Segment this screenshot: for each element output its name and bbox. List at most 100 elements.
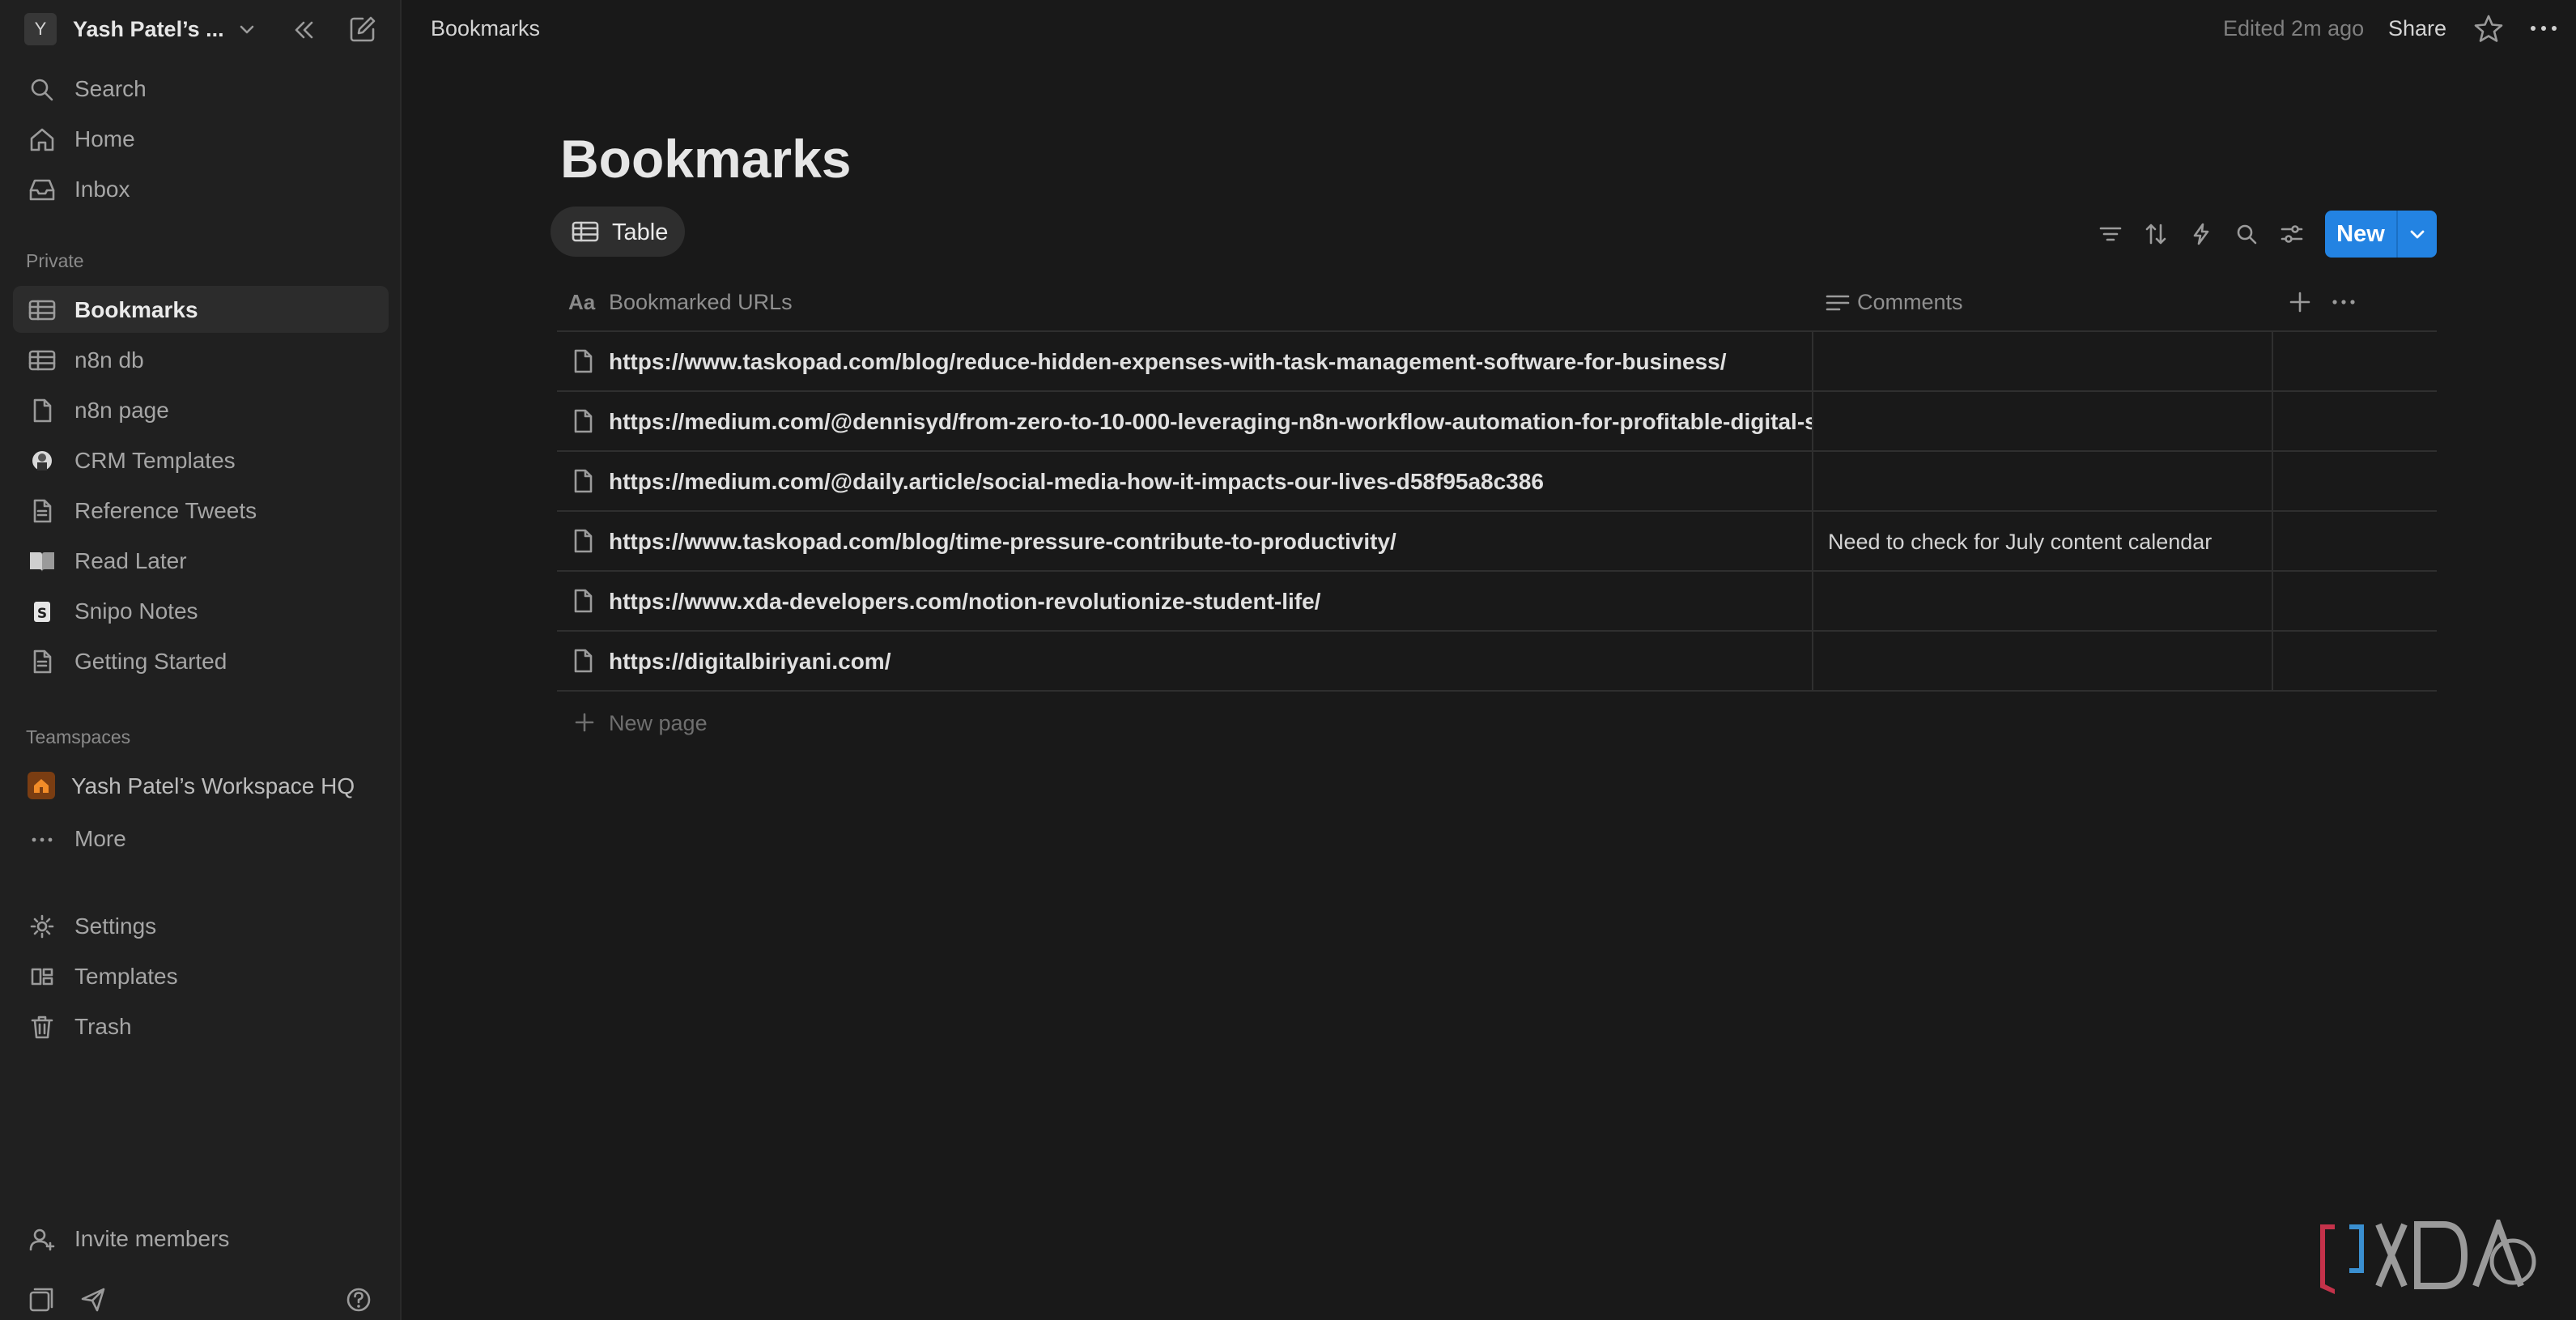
search-icon[interactable]	[2234, 222, 2259, 246]
book-icon	[30, 552, 54, 572]
sidebar-item-label: Inbox	[74, 177, 130, 202]
sidebar-item-label: Reference Tweets	[74, 498, 257, 523]
sidebar-item-label: More	[74, 826, 126, 851]
url-cell[interactable]: https://www.taskopad.com/blog/reduce-hid…	[557, 332, 1813, 390]
comment-cell[interactable]	[1815, 392, 2273, 450]
url-text: https://medium.com/@daily.article/social…	[609, 469, 1544, 494]
column-header-bookmarked-urls[interactable]: Aa Bookmarked URLs	[568, 290, 793, 315]
sidebar-item-more[interactable]: More	[13, 815, 389, 862]
url-text: https://digitalbiriyani.com/	[609, 649, 891, 674]
breadcrumb[interactable]: Bookmarks	[431, 16, 540, 41]
sidebar-item-search[interactable]: Search	[13, 65, 389, 112]
table-row[interactable]: https://www.xda-developers.com/notion-re…	[557, 572, 2437, 632]
new-workspace-icon[interactable]	[28, 1286, 55, 1314]
filter-icon[interactable]	[2098, 222, 2123, 246]
new-button-label: New	[2336, 221, 2385, 247]
column-header-comments[interactable]: Comments	[1825, 290, 1963, 315]
url-text: https://www.xda-developers.com/notion-re…	[609, 589, 1321, 614]
table-icon	[572, 221, 599, 242]
new-page-compose-icon[interactable]	[346, 13, 379, 45]
page-title[interactable]: Bookmarks	[560, 128, 852, 189]
chevron-down-icon[interactable]	[236, 19, 257, 40]
table-row[interactable]: https://medium.com/@daily.article/social…	[557, 452, 2437, 512]
page-icon	[574, 529, 593, 553]
sidebar-item-label: Home	[74, 126, 135, 151]
table-row[interactable]: https://www.taskopad.com/blog/time-press…	[557, 512, 2437, 572]
xda-logo	[2320, 1220, 2536, 1294]
settings-sliders-icon[interactable]	[2280, 222, 2304, 246]
sidebar-item-n8n-page[interactable]: n8n page	[13, 386, 389, 433]
more-options-icon[interactable]	[2330, 292, 2357, 313]
sidebar-item-getting-started[interactable]: Getting Started	[13, 637, 389, 684]
sidebar-item-settings[interactable]: Settings	[13, 902, 389, 949]
sidebar-item-label: Trash	[74, 1014, 132, 1039]
sidebar-item-teamspace[interactable]: Yash Patel’s Workspace HQ	[13, 762, 389, 809]
tab-table-view[interactable]: Table	[550, 207, 685, 257]
page-icon	[33, 398, 52, 423]
comment-cell[interactable]	[1815, 632, 2273, 690]
page-icon	[574, 349, 593, 373]
topbar: Bookmarks Edited 2m ago Share	[402, 0, 2576, 58]
inbox-icon	[29, 179, 55, 201]
invite-members-button[interactable]: Invite members	[13, 1215, 389, 1262]
home-icon	[30, 128, 54, 151]
sort-icon[interactable]	[2144, 222, 2168, 246]
tab-label: Table	[612, 219, 669, 245]
automation-bolt-icon[interactable]	[2189, 222, 2213, 246]
url-cell[interactable]: https://medium.com/@dennisyd/from-zero-t…	[557, 392, 1813, 450]
table-row[interactable]: https://digitalbiriyani.com/	[557, 632, 2437, 692]
sidebar-item-home[interactable]: Home	[13, 115, 389, 162]
sidebar-item-read-later[interactable]: Read Later	[13, 537, 389, 584]
url-text: https://medium.com/@dennisyd/from-zero-t…	[609, 409, 1813, 434]
url-cell[interactable]: https://www.taskopad.com/blog/time-press…	[557, 512, 1813, 570]
private-section-label: Private	[26, 250, 84, 271]
sidebar-item-label: Invite members	[74, 1226, 230, 1251]
sidebar-item-reference-tweets[interactable]: Reference Tweets	[13, 487, 389, 534]
new-button[interactable]: New	[2325, 211, 2437, 258]
new-page-label: New page	[609, 711, 708, 735]
sidebar-item-label: Yash Patel’s Workspace HQ	[71, 773, 355, 798]
more-options-icon[interactable]	[2527, 15, 2560, 42]
teamspaces-section-label: Teamspaces	[26, 726, 131, 747]
sidebar-item-n8n-db[interactable]: n8n db	[13, 336, 389, 383]
star-icon[interactable]	[2472, 13, 2505, 45]
url-cell[interactable]: https://www.xda-developers.com/notion-re…	[557, 572, 1813, 630]
workspace-switcher[interactable]: Y Yash Patel’s ...	[24, 11, 380, 47]
table-icon	[28, 350, 56, 371]
comment-cell[interactable]	[1815, 452, 2273, 510]
edited-status: Edited 2m ago	[2223, 16, 2365, 40]
url-cell[interactable]: https://digitalbiriyani.com/	[557, 632, 1813, 690]
url-cell[interactable]: https://medium.com/@daily.article/social…	[557, 452, 1813, 510]
sidebar-item-bookmarks[interactable]: Bookmarks	[13, 286, 389, 333]
sidebar-item-inbox[interactable]: Inbox	[13, 165, 389, 212]
page-icon	[574, 649, 593, 673]
trash-icon	[31, 1016, 53, 1039]
sidebar-item-trash[interactable]: Trash	[13, 1003, 389, 1050]
table-row[interactable]: https://medium.com/@dennisyd/from-zero-t…	[557, 392, 2437, 452]
collapse-sidebar-icon[interactable]	[290, 16, 317, 44]
workspace-avatar: Y	[24, 13, 57, 45]
table-row[interactable]: https://www.taskopad.com/blog/reduce-hid…	[557, 332, 2437, 392]
sidebar-item-label: Templates	[74, 964, 178, 989]
sidebar-item-crm-templates[interactable]: CRM Templates	[13, 436, 389, 483]
help-icon[interactable]	[345, 1286, 372, 1314]
snipo-icon: S	[34, 602, 50, 622]
share-button[interactable]: Share	[2388, 16, 2446, 41]
add-column-icon[interactable]	[2286, 288, 2314, 316]
sidebar-item-label: Read Later	[74, 548, 187, 573]
comment-cell[interactable]	[1815, 572, 2273, 630]
table-icon	[28, 300, 56, 321]
sidebar-item-snipo-notes[interactable]: S Snipo Notes	[13, 587, 389, 634]
comment-cell[interactable]: Need to check for July content calendar	[1815, 512, 2273, 570]
comment-cell[interactable]	[1815, 332, 2273, 390]
sidebar-item-label: CRM Templates	[74, 448, 236, 473]
sidebar-item-templates[interactable]: Templates	[13, 952, 389, 999]
add-new-page-row[interactable]: New page	[557, 692, 2437, 753]
text-lines-icon	[1826, 295, 1850, 310]
page-icon	[574, 589, 593, 613]
url-text: https://www.taskopad.com/blog/time-press…	[609, 529, 1396, 554]
plus-icon	[575, 713, 594, 732]
url-text: https://www.taskopad.com/blog/reduce-hid…	[609, 349, 1727, 374]
send-icon[interactable]	[79, 1286, 107, 1314]
new-options-dropdown[interactable]	[2398, 211, 2437, 258]
